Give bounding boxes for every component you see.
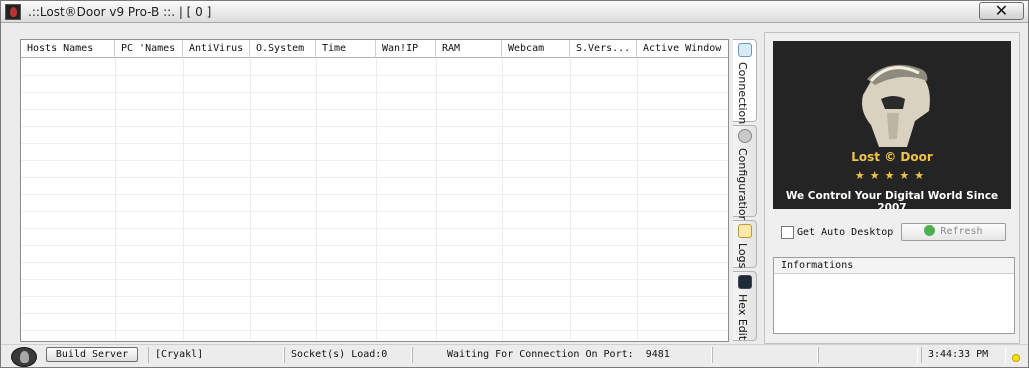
tab-logs-label: Logs [736,243,749,269]
side-tabs: Connections Configuration Logs Hex Edit [733,39,757,341]
auto-desktop-checkbox[interactable] [781,226,794,239]
status-time: 3:44:33 PM [921,347,1006,363]
tab-configuration-label: Configuration [736,148,749,223]
grid-line-horizontal [21,296,728,297]
status-waiting: Waiting For Connection On Port: 9481 [412,347,712,363]
refresh-icon [924,225,936,236]
list-body [21,58,728,341]
grid-line-horizontal [21,228,728,229]
tab-configuration[interactable]: Configuration [733,125,757,223]
grid-line-horizontal [21,330,728,331]
tab-logs[interactable]: Logs [733,220,757,268]
grid-line-horizontal [21,313,728,314]
logs-icon [738,224,752,238]
grid-line-horizontal [21,245,728,246]
grid-line-vertical [115,58,116,341]
grid-line-vertical [376,58,377,341]
grid-line-horizontal [21,126,728,127]
refresh-button[interactable]: Refresh [901,223,1006,241]
tab-connections[interactable]: Connections [733,39,757,130]
status-cell-empty-1 [712,347,818,363]
grid-line-vertical [502,58,503,341]
tab-hex-edit-label: Hex Edit [736,294,749,341]
column-header-webcam[interactable]: Webcam [502,40,570,58]
title-bar[interactable]: .::Lost®Door v9 Pro-B ::. | [ 0 ] ✕ [1,1,1028,23]
column-header-time[interactable]: Time [316,40,376,58]
status-user: [Cryakl] [148,347,284,363]
grid-line-vertical [316,58,317,341]
grid-line-horizontal [21,160,728,161]
brand-stars: ★★★★★ [854,169,930,182]
grid-line-horizontal [21,143,728,144]
gear-icon [738,129,752,143]
auto-desktop-row: Get Auto Desktop Refresh [773,221,1011,245]
column-header-server-version[interactable]: S.Vers... [570,40,637,58]
grid-line-horizontal [21,262,728,263]
grid-line-horizontal [21,109,728,110]
status-port: 9481 [645,349,670,360]
column-header-active-window[interactable]: Active Window [637,40,728,58]
grid-line-vertical [183,58,184,341]
build-server-button[interactable]: Build Server [46,347,138,362]
right-panel: Lost © Door ★★★★★ We Control Your Digita… [764,32,1020,344]
column-header-antivirus[interactable]: AntiVirus [183,40,250,58]
connections-list[interactable]: Hosts Names PC 'Names AntiVirus O.System… [20,39,729,342]
grid-line-horizontal [21,75,728,76]
brand-name: Lost © Door [851,150,933,164]
grid-line-horizontal [21,177,728,178]
column-header-wan-ip[interactable]: Wan!IP [376,40,436,58]
grid-line-horizontal [21,211,728,212]
status-socket-load: Socket(s) Load:0 [284,347,412,363]
auto-desktop-label[interactable]: Get Auto Desktop [797,227,893,238]
informations-box[interactable]: Informations [773,257,1015,334]
grid-line-horizontal [21,279,728,280]
status-cell-empty-2 [818,347,918,363]
grid-line-vertical [570,58,571,341]
tab-connections-label: Connections [736,62,749,130]
status-logo-icon [11,347,37,367]
grid-line-vertical [250,58,251,341]
status-waiting-label: Waiting For Connection On Port: [447,349,634,360]
column-header-ram[interactable]: RAM [436,40,502,58]
column-header-pc-names[interactable]: PC 'Names [115,40,183,58]
informations-header: Informations [774,258,1014,274]
grid-line-horizontal [21,194,728,195]
grid-line-vertical [436,58,437,341]
list-header: Hosts Names PC 'Names AntiVirus O.System… [21,40,728,58]
grid-line-vertical [637,58,638,341]
column-header-hosts-names[interactable]: Hosts Names [21,40,115,58]
connections-icon [738,43,752,57]
refresh-label: Refresh [940,226,983,237]
status-indicator-icon [1012,354,1020,362]
terminal-icon [738,275,752,289]
status-bar: Build Server [Cryakl] Socket(s) Load:0 W… [1,344,1028,367]
close-button[interactable]: ✕ [979,2,1024,20]
column-header-os[interactable]: O.System [250,40,316,58]
main-window: .::Lost®Door v9 Pro-B ::. | [ 0 ] ✕ Host… [0,0,1029,368]
brand-banner: Lost © Door ★★★★★ We Control Your Digita… [773,41,1011,209]
app-logo-icon [5,4,21,20]
grid-line-horizontal [21,92,728,93]
tab-hex-edit[interactable]: Hex Edit [733,271,757,341]
window-title: .::Lost®Door v9 Pro-B ::. | [ 0 ] [28,5,212,19]
spartan-helmet-logo [862,64,930,147]
brand-tagline: We Control Your Digital World Since 2007 [785,190,999,209]
